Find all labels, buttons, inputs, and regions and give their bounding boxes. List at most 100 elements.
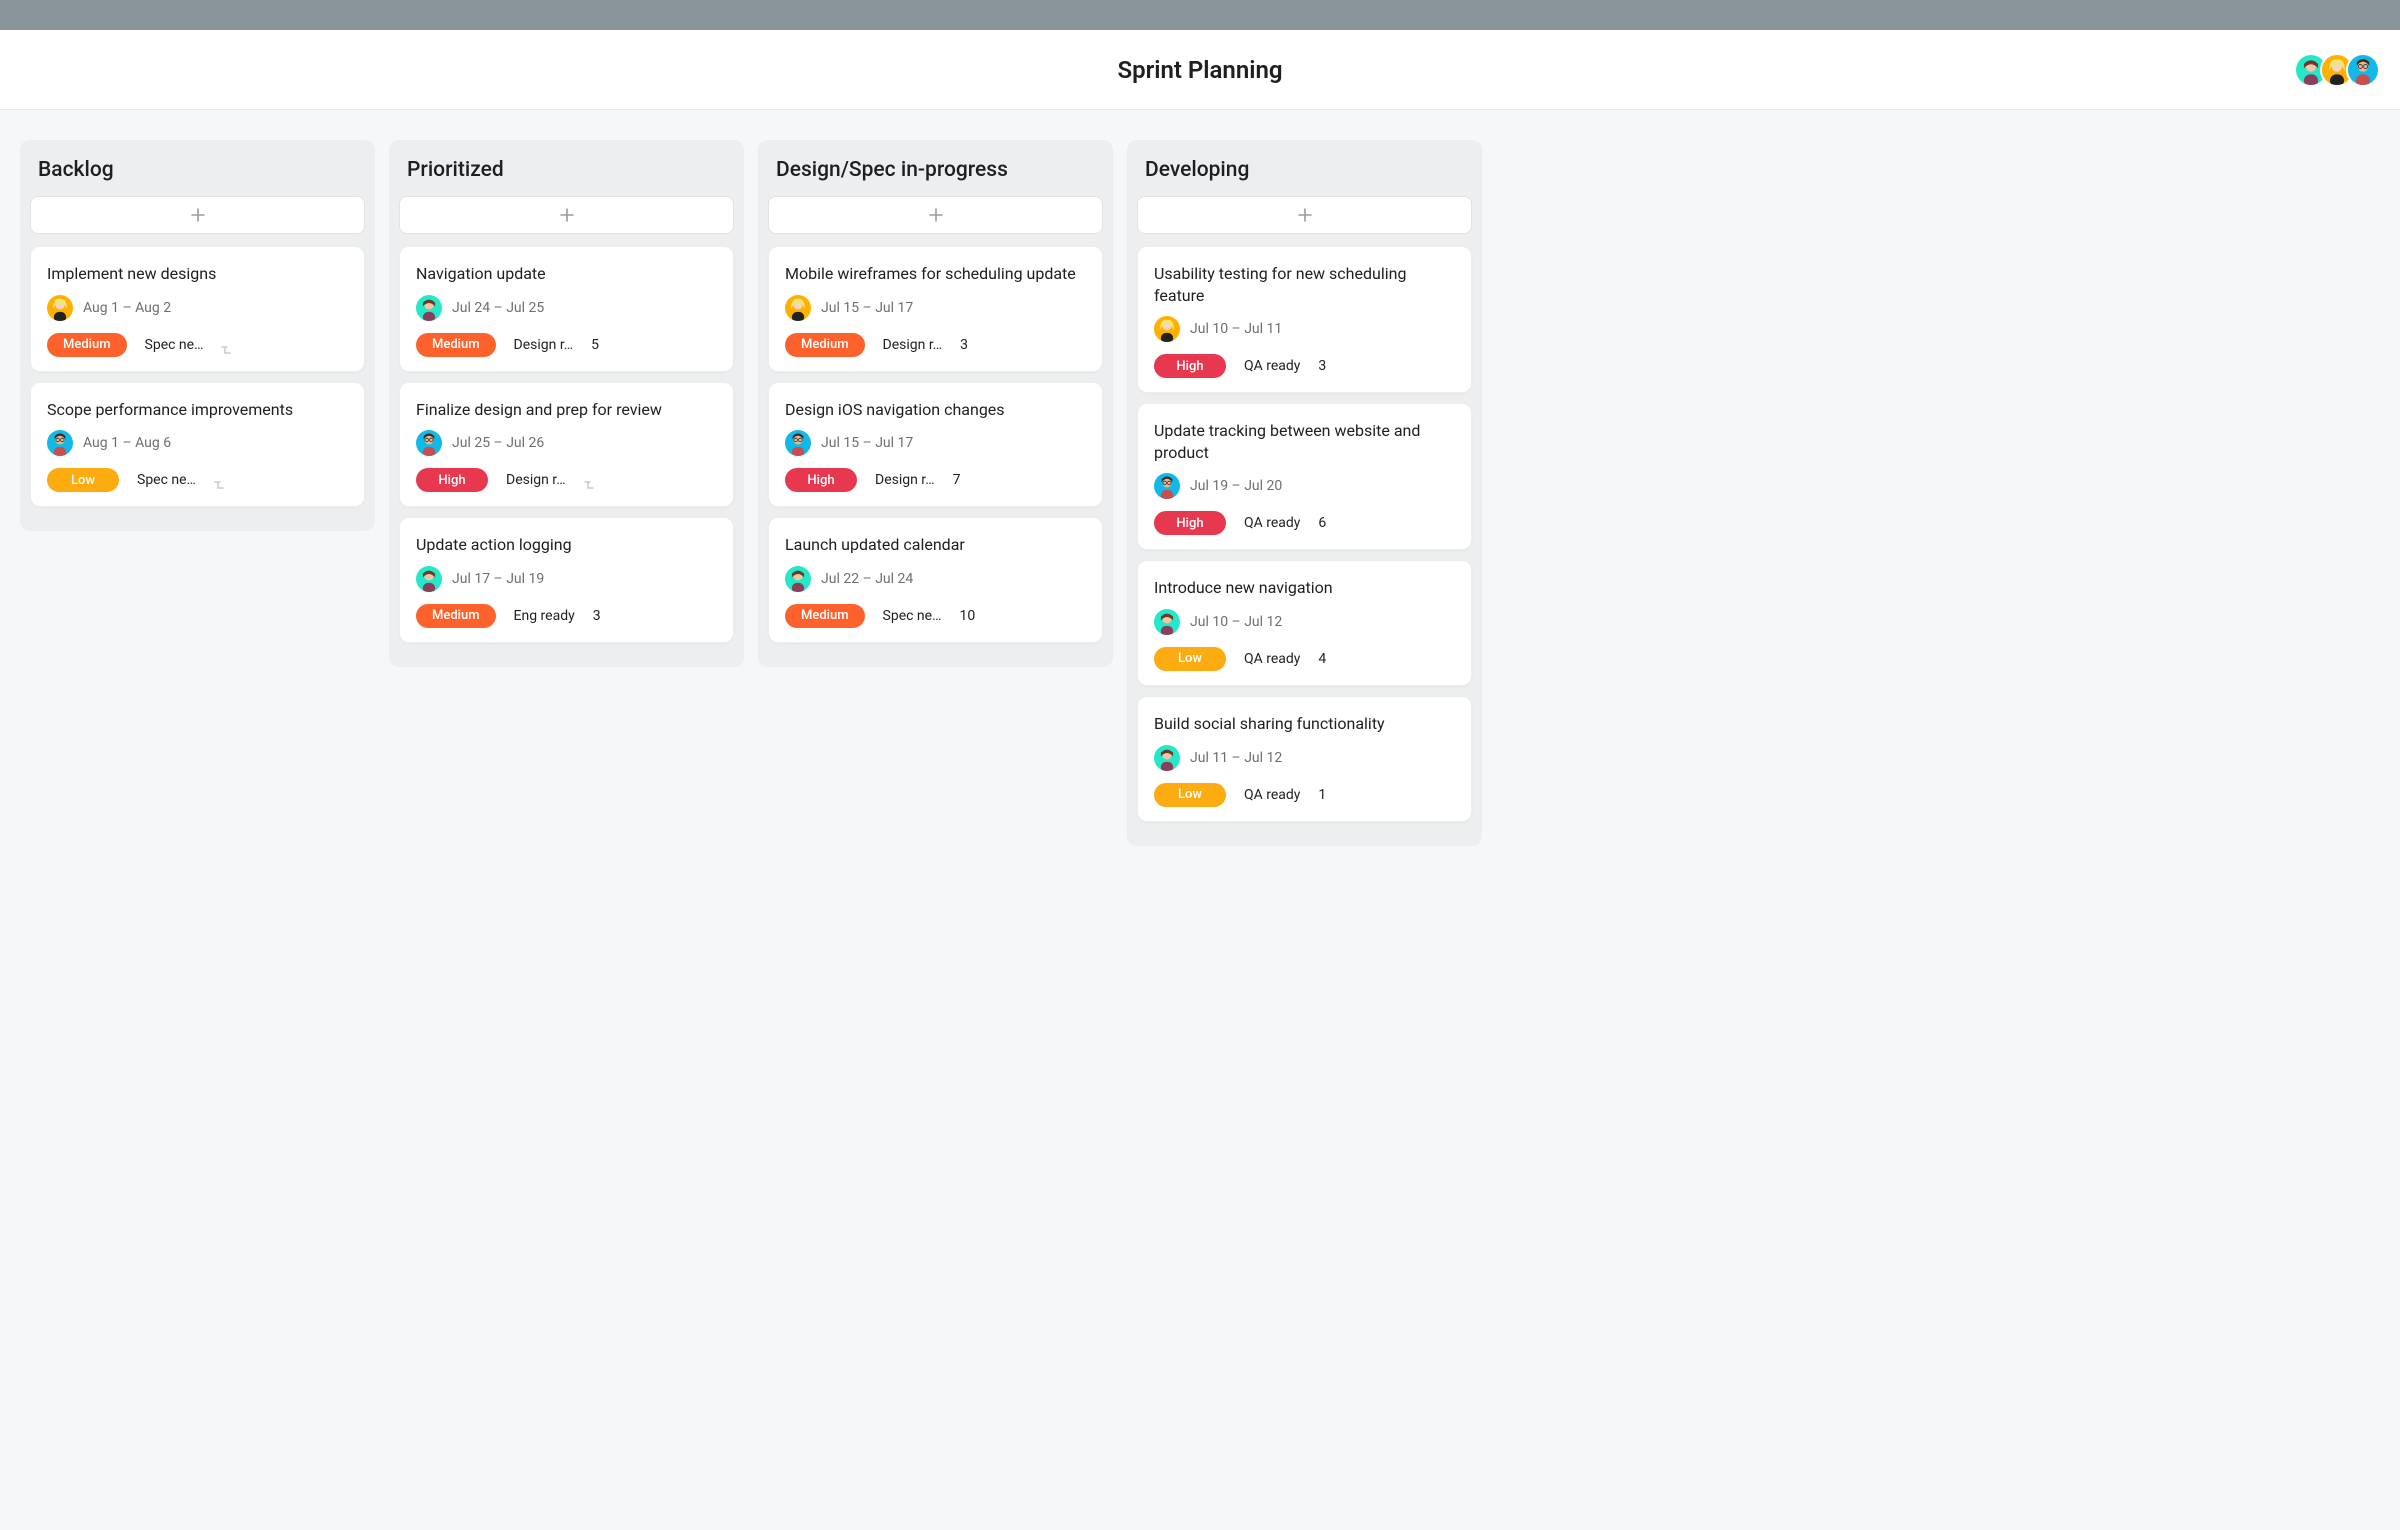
- card-date-range: Jul 19 – Jul 20: [1190, 478, 1282, 494]
- task-card[interactable]: Finalize design and prep for review Jul 2…: [399, 382, 734, 508]
- task-card[interactable]: Implement new designsAug 1 – Aug 2Medium…: [30, 246, 365, 372]
- card-status-label: QA ready: [1244, 515, 1300, 531]
- board-column: BacklogImplement new designsAug 1 – Aug …: [20, 140, 375, 531]
- assignee-avatar[interactable]: [47, 430, 73, 456]
- priority-pill[interactable]: High: [785, 468, 857, 492]
- task-card[interactable]: Navigation updateJul 24 – Jul 25MediumDe…: [399, 246, 734, 372]
- assignee-avatar[interactable]: [1154, 316, 1180, 342]
- card-date-range: Aug 1 – Aug 6: [83, 435, 171, 451]
- task-card[interactable]: Scope performance improvementsAug 1 – Au…: [30, 382, 365, 508]
- card-title: Finalize design and prep for review: [416, 399, 717, 421]
- priority-pill[interactable]: High: [416, 468, 488, 492]
- card-subtask-count: 7: [953, 472, 961, 488]
- card-meta-row: Aug 1 – Aug 6: [47, 430, 348, 456]
- priority-pill[interactable]: High: [1154, 354, 1226, 378]
- task-card[interactable]: Update tracking between website and prod…: [1137, 403, 1472, 550]
- card-title: Launch updated calendar: [785, 534, 1086, 556]
- card-status-label: Spec ne…: [137, 472, 196, 488]
- priority-pill[interactable]: Low: [47, 468, 119, 492]
- card-bottom-row: MediumSpec ne…10: [785, 604, 1086, 628]
- assignee-avatar[interactable]: [785, 295, 811, 321]
- card-date-range: Jul 15 – Jul 17: [821, 435, 913, 451]
- board-column: Design/Spec in-progress Mobile wireframes…: [758, 140, 1113, 667]
- card-status-label: Design r…: [875, 472, 935, 488]
- card-title: Mobile wireframes for scheduling update: [785, 263, 1086, 285]
- card-bottom-row: Medium Spec ne…: [47, 333, 348, 357]
- card-bottom-row: High QA ready 6: [1154, 511, 1455, 535]
- card-status-label: Design r…: [514, 337, 574, 353]
- card-subtask-count: 1: [1318, 787, 1326, 803]
- task-card[interactable]: Build social sharing functionality Jul 11…: [1137, 696, 1472, 822]
- task-card[interactable]: Mobile wireframes for scheduling update J…: [768, 246, 1103, 372]
- task-card[interactable]: Introduce new navigationJul 10 – Jul 12L…: [1137, 560, 1472, 686]
- card-date-range: Jul 25 – Jul 26: [452, 435, 544, 451]
- card-bottom-row: High Design r…: [416, 468, 717, 492]
- card-subtask-count: 10: [959, 608, 975, 624]
- card-meta-row: Jul 10 – Jul 12: [1154, 609, 1455, 635]
- assignee-avatar[interactable]: [416, 295, 442, 321]
- card-bottom-row: Low QA ready 1: [1154, 783, 1455, 807]
- card-date-range: Jul 10 – Jul 11: [1190, 321, 1282, 337]
- column-title[interactable]: Design/Spec in-progress: [768, 154, 1103, 196]
- card-date-range: Jul 22 – Jul 24: [821, 571, 913, 587]
- subtask-icon: [221, 340, 235, 350]
- priority-pill[interactable]: Medium: [416, 604, 496, 628]
- card-status-label: Eng ready: [514, 608, 575, 624]
- card-status-label: Design r…: [506, 472, 566, 488]
- card-status-label: QA ready: [1244, 358, 1300, 374]
- assignee-avatar[interactable]: [1154, 745, 1180, 771]
- priority-pill[interactable]: High: [1154, 511, 1226, 535]
- card-date-range: Jul 10 – Jul 12: [1190, 614, 1282, 630]
- assignee-avatar[interactable]: [785, 430, 811, 456]
- board-column: Developing Usability testing for new sche…: [1127, 140, 1482, 846]
- card-meta-row: Jul 10 – Jul 11: [1154, 316, 1455, 342]
- priority-pill[interactable]: Low: [1154, 783, 1226, 807]
- window-chrome: [0, 0, 2400, 30]
- card-meta-row: Jul 24 – Jul 25: [416, 295, 717, 321]
- page-header: Sprint Planning: [0, 30, 2400, 110]
- task-card[interactable]: Design iOS navigation changes Jul 15 – Ju…: [768, 382, 1103, 508]
- assignee-avatar[interactable]: [416, 430, 442, 456]
- header-avatar[interactable]: [2346, 53, 2380, 87]
- plus-icon: [1297, 207, 1313, 223]
- card-date-range: Jul 24 – Jul 25: [452, 300, 544, 316]
- card-status-label: QA ready: [1244, 651, 1300, 667]
- card-bottom-row: MediumEng ready3: [416, 604, 717, 628]
- add-card-button[interactable]: [1137, 196, 1472, 234]
- priority-pill[interactable]: Medium: [47, 333, 127, 357]
- card-title: Implement new designs: [47, 263, 348, 285]
- task-card[interactable]: Launch updated calendar Jul 22 – Jul 24 Me…: [768, 517, 1103, 643]
- column-title[interactable]: Prioritized: [399, 154, 734, 196]
- priority-pill[interactable]: Medium: [785, 333, 865, 357]
- column-title[interactable]: Backlog: [30, 154, 365, 196]
- card-bottom-row: Medium Design r… 5: [416, 333, 717, 357]
- assignee-avatar[interactable]: [785, 566, 811, 592]
- card-title: Build social sharing functionality: [1154, 713, 1455, 735]
- card-date-range: Jul 11 – Jul 12: [1190, 750, 1282, 766]
- card-meta-row: Jul 15 – Jul 17: [785, 295, 1086, 321]
- priority-pill[interactable]: Low: [1154, 647, 1226, 671]
- assignee-avatar[interactable]: [1154, 473, 1180, 499]
- card-status-label: Spec ne…: [145, 337, 204, 353]
- assignee-avatar[interactable]: [1154, 609, 1180, 635]
- card-subtask-count: 6: [1318, 515, 1326, 531]
- header-avatar-group[interactable]: [2294, 53, 2380, 87]
- card-status-label: QA ready: [1244, 787, 1300, 803]
- column-title[interactable]: Developing: [1137, 154, 1472, 196]
- card-subtask-count: 3: [1318, 358, 1326, 374]
- card-bottom-row: High Design r… 7: [785, 468, 1086, 492]
- add-card-button[interactable]: [768, 196, 1103, 234]
- priority-pill[interactable]: Medium: [785, 604, 865, 628]
- add-card-button[interactable]: [30, 196, 365, 234]
- priority-pill[interactable]: Medium: [416, 333, 496, 357]
- task-card[interactable]: Update action loggingJul 17 – Jul 19Medi…: [399, 517, 734, 643]
- card-meta-row: Jul 19 – Jul 20: [1154, 473, 1455, 499]
- assignee-avatar[interactable]: [47, 295, 73, 321]
- card-subtask-count: 4: [1318, 651, 1326, 667]
- card-subtask-count: 5: [591, 337, 599, 353]
- task-card[interactable]: Usability testing for new scheduling fea…: [1137, 246, 1472, 393]
- card-title: Design iOS navigation changes: [785, 399, 1086, 421]
- card-status-label: Design r…: [883, 337, 943, 353]
- assignee-avatar[interactable]: [416, 566, 442, 592]
- add-card-button[interactable]: [399, 196, 734, 234]
